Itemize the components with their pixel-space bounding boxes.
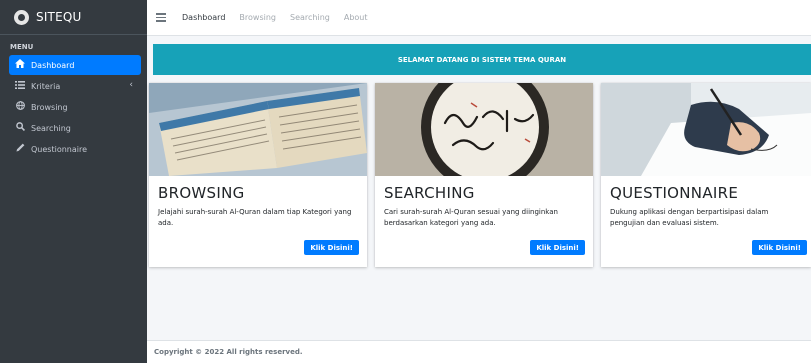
sidebar-item-label: Dashboard [31,60,75,70]
magnifier-calligraphy-image [375,83,593,176]
nav-link-searching[interactable]: Searching [290,13,330,22]
sidebar-item-label: Questionnaire [31,144,88,154]
sidebar-item-label: Searching [31,123,71,133]
hamburger-menu-icon[interactable] [156,13,166,22]
card-description: Jelajahi surah-surah Al-Quran dalam tiap… [158,208,352,227]
sidebar-item-searching[interactable]: Searching [9,118,141,138]
footer-copyright: Copyright © 2022 All rights reserved. [154,348,303,356]
sidebar-item-browsing[interactable]: Browsing [9,97,141,117]
list-icon [15,80,25,92]
questionnaire-card: QUESTIONNAIRE Dukung aplikasi dengan ber… [601,83,811,267]
welcome-banner: SELAMAT DATANG DI SISTEM TEMA QURAN [153,44,811,75]
chevron-left-icon: ‹ [129,80,133,90]
sidebar: SITEQU MENU Dashboard Kriteria ‹ Browsin… [0,0,147,363]
top-navbar: Dashboard Browsing Searching About [147,0,811,36]
sidebar-item-label: Kriteria [31,81,61,91]
nav-link-about[interactable]: About [344,13,368,22]
searching-button[interactable]: Klik Disini! [530,240,585,255]
sidebar-item-dashboard[interactable]: Dashboard [9,55,141,75]
nav-link-dashboard[interactable]: Dashboard [182,13,225,22]
nav-link-browsing[interactable]: Browsing [239,13,276,22]
sidebar-item-kriteria[interactable]: Kriteria ‹ [9,76,141,96]
brand-logo-icon [14,9,29,25]
globe-icon [15,101,25,113]
card-description: Cari surah-surah Al-Quran sesuai yang di… [384,208,558,227]
browsing-card: BROWSING Jelajahi surah-surah Al-Quran d… [149,83,367,267]
sidebar-item-questionnaire[interactable]: Questionnaire [9,139,141,159]
brand-name: SITEQU [36,10,82,24]
home-icon [15,59,25,71]
writing-hand-image [601,83,811,176]
quran-pages-image [149,83,367,176]
search-icon [15,122,25,134]
menu-header: MENU [10,43,34,51]
brand-link[interactable]: SITEQU [0,0,147,35]
browsing-button[interactable]: Klik Disini! [304,240,359,255]
card-title: QUESTIONNAIRE [610,184,739,202]
card-title: BROWSING [158,184,245,202]
questionnaire-button[interactable]: Klik Disini! [752,240,807,255]
pencil-icon [15,143,25,155]
footer: Copyright © 2022 All rights reserved. [147,340,811,363]
card-title: SEARCHING [384,184,475,202]
searching-card: SEARCHING Cari surah-surah Al-Quran sesu… [375,83,593,267]
sidebar-item-label: Browsing [31,102,68,112]
card-description: Dukung aplikasi dengan berpartisipasi da… [610,208,769,227]
